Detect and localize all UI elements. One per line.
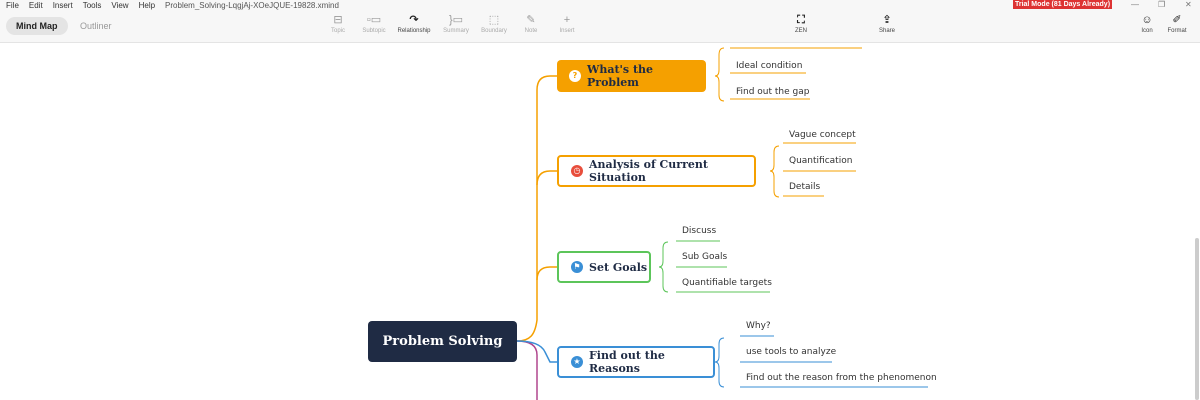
subtopic-sub-goals[interactable]: Sub Goals (676, 252, 727, 262)
connector-branch-1 (516, 75, 557, 342)
subtopic-find-out-the-gap[interactable]: Find out the gap (730, 87, 809, 97)
subtopic-ideal-condition[interactable]: Ideal condition (730, 61, 802, 71)
subtopic-vague-concept[interactable]: Vague concept (783, 130, 856, 140)
subtopic-quantifiable-targets[interactable]: Quantifiable targets (676, 278, 772, 288)
clock-icon: ◷ (571, 165, 583, 177)
connector-branch-2 (536, 170, 557, 186)
subtopic-find-out-the-reason[interactable]: Find out the reason from the phenomenon (740, 373, 937, 383)
connector-branch-5 (516, 340, 538, 400)
branch-topic-set-goals[interactable]: ⚑ Set Goals (557, 251, 651, 283)
branch-topic-whats-the-problem[interactable]: ? What's the Problem (557, 60, 706, 92)
subtopic-why[interactable]: Why? (740, 321, 771, 331)
central-topic[interactable]: Problem Solving (368, 321, 517, 362)
star-icon: ★ (571, 356, 583, 368)
subtopic-details[interactable]: Details (783, 182, 820, 192)
connector-branch-3 (536, 266, 557, 281)
branch-topic-analysis[interactable]: ◷ Analysis of Current Situation (557, 155, 756, 187)
branch-topic-find-out-the-reasons[interactable]: ★ Find out the Reasons (557, 346, 715, 378)
subtopic-discuss[interactable]: Discuss (676, 226, 716, 236)
subtopic-quantification[interactable]: Quantification (783, 156, 852, 166)
subtopic-use-tools-to-analyze[interactable]: use tools to analyze (740, 347, 836, 357)
question-icon: ? (569, 70, 581, 82)
flag-icon: ⚑ (571, 261, 583, 273)
vertical-scrollbar[interactable] (1195, 238, 1199, 400)
